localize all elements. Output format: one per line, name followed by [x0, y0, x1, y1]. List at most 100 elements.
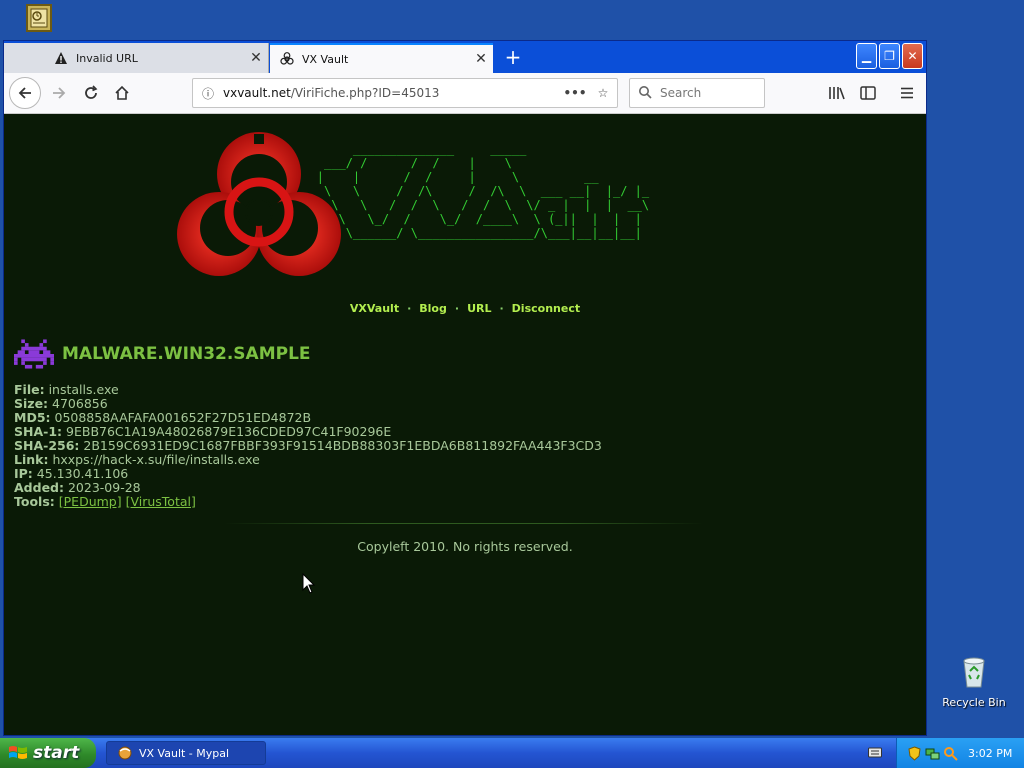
reload-icon — [85, 85, 98, 99]
page-actions-icon[interactable]: ••• — [561, 86, 589, 100]
nav-separator: · — [454, 302, 460, 315]
mypal-browser-icon — [118, 746, 132, 760]
virustotal-link[interactable]: [VirusTotal] — [126, 494, 196, 509]
biohazard-icon — [280, 52, 294, 66]
page-footer: Copyleft 2010. No rights reserved. — [357, 539, 573, 554]
tab-label: VX Vault — [302, 52, 349, 66]
detail-value: 9EBB76C1A19A48026879E136CDED97C41F90296E — [66, 424, 392, 439]
recycle-bin-icon — [963, 657, 985, 688]
detail-row-sha1: SHA-1: 9EBB76C1A19A48026879E136CDED97C41… — [14, 425, 602, 439]
bookmark-star-icon[interactable]: ☆ — [589, 86, 617, 100]
nav-link-disconnect[interactable]: Disconnect — [512, 302, 580, 315]
url-text[interactable]: vxvault.net/ViriFiche.php?ID=45013 — [223, 86, 561, 100]
nav-link-blog[interactable]: Blog — [419, 302, 447, 315]
tab-bar: Invalid URL ✕ VX Vault ✕ + ▁ ❐ ✕ — [4, 41, 926, 73]
detail-row-file: File: installs.exe — [14, 383, 602, 397]
search-icon — [630, 85, 660, 102]
reload-button[interactable] — [76, 78, 106, 108]
address-bar[interactable]: ⓘ vxvault.net/ViriFiche.php?ID=45013 •••… — [192, 78, 618, 108]
nav-link-vxvault[interactable]: VXVault — [350, 302, 399, 315]
mouse-cursor-icon — [302, 573, 316, 594]
tab-label: Invalid URL — [76, 51, 138, 65]
url-domain: vxvault.net — [223, 86, 291, 100]
navigation-toolbar: ⓘ vxvault.net/ViriFiche.php?ID=45013 •••… — [4, 73, 926, 114]
detail-value: 2023-09-28 — [67, 480, 141, 495]
browser-window: Invalid URL ✕ VX Vault ✕ + ▁ ❐ ✕ ⓘ vxvau… — [3, 40, 927, 736]
close-tab-icon[interactable]: ✕ — [244, 50, 268, 66]
detail-label: Size: — [14, 396, 49, 411]
close-window-button[interactable]: ✕ — [902, 43, 923, 69]
detail-label: File: — [14, 382, 45, 397]
library-icon — [829, 87, 845, 100]
start-label: start — [33, 743, 80, 763]
vx-vault-banner: ______________ _____ ___/ / / / | \ | | … — [164, 124, 754, 294]
detail-row-added: Added: 2023-09-28 — [14, 481, 602, 495]
desktop-shortcut-icon[interactable] — [26, 4, 52, 32]
web-page: ______________ _____ ___/ / / / | \ | | … — [4, 114, 926, 735]
home-icon — [115, 85, 129, 100]
taskbar-item-browser[interactable]: VX Vault - Mypal — [106, 741, 266, 765]
clock: 3:02 PM — [968, 746, 1013, 760]
detail-value: 4706856 — [52, 396, 108, 411]
hamburger-menu-icon — [901, 87, 913, 99]
nav-link-url[interactable]: URL — [467, 302, 491, 315]
security-shield-icon[interactable] — [907, 745, 922, 761]
taskbar-item-label: VX Vault - Mypal — [139, 746, 230, 760]
vx-vault-ascii-logo: ______________ _____ ___/ / / / | \ | | … — [316, 142, 650, 240]
detail-value: hxxps://hack-x.su/file/installs.exe — [52, 452, 260, 467]
tab-vx-vault[interactable]: VX Vault ✕ — [270, 43, 493, 73]
sample-title-row: MALWARE.WIN32.SAMPLE — [14, 339, 311, 369]
detail-label: Tools: — [14, 494, 55, 509]
sidebar-icon — [860, 86, 876, 100]
pedump-link[interactable]: [PEDump] — [59, 494, 122, 509]
keyboard-icon[interactable] — [868, 746, 882, 758]
recycle-bin-label: Recycle Bin — [942, 696, 1006, 709]
detail-row-ip: IP: 45.130.41.106 — [14, 467, 602, 481]
start-button[interactable]: start — [0, 738, 96, 768]
detail-row-tools: Tools: [PEDump] [VirusTotal] — [14, 495, 602, 509]
site-info-icon[interactable]: ⓘ — [193, 85, 223, 102]
library-button[interactable] — [822, 78, 852, 108]
sample-title: MALWARE.WIN32.SAMPLE — [62, 344, 311, 364]
detail-value: 2B159C6931ED9C1687FBBF393F91514BDB88303F… — [83, 438, 602, 453]
forward-button[interactable] — [44, 78, 74, 108]
detail-label: MD5: — [14, 410, 51, 425]
menu-button[interactable] — [892, 78, 922, 108]
minimize-button[interactable]: ▁ — [856, 43, 877, 69]
detail-label: Added: — [14, 480, 64, 495]
warning-icon — [54, 51, 68, 65]
back-arrow-icon — [18, 87, 31, 99]
recycle-bin[interactable]: Recycle Bin — [940, 655, 1008, 709]
search-placeholder: Search — [660, 86, 702, 100]
divider — [224, 523, 704, 524]
home-button[interactable] — [107, 78, 137, 108]
detail-value: 45.130.41.106 — [36, 466, 129, 481]
maximize-button[interactable]: ❐ — [879, 43, 900, 69]
space-invader-icon — [14, 339, 54, 369]
search-tray-icon[interactable] — [943, 746, 958, 761]
nav-separator: · — [407, 302, 412, 315]
detail-row-sha256: SHA-256: 2B159C6931ED9C1687FBBF393F91514… — [14, 439, 602, 453]
detail-label: IP: — [14, 466, 33, 481]
network-icon[interactable] — [925, 746, 940, 761]
url-path: /ViriFiche.php?ID=45013 — [290, 86, 440, 100]
site-navigation: VXVault · Blog · URL · Disconnect — [4, 302, 926, 315]
close-tab-icon[interactable]: ✕ — [469, 51, 493, 67]
sidebar-button[interactable] — [853, 78, 883, 108]
detail-value: 0508858AAFAFA001652F27D51ED4872B — [54, 410, 312, 425]
tab-invalid-url[interactable]: Invalid URL ✕ — [4, 43, 269, 73]
system-tray: 3:02 PM — [896, 738, 1024, 768]
new-tab-button[interactable]: + — [500, 45, 526, 71]
detail-label: SHA-1: — [14, 424, 63, 439]
detail-label: SHA-256: — [14, 438, 80, 453]
forward-arrow-icon — [53, 87, 66, 99]
search-box[interactable]: Search — [629, 78, 765, 108]
windows-flag-icon — [9, 746, 27, 759]
detail-label: Link: — [14, 452, 49, 467]
back-button[interactable] — [9, 77, 41, 109]
detail-row-md5: MD5: 0508858AAFAFA001652F27D51ED4872B — [14, 411, 602, 425]
nav-separator: · — [499, 302, 504, 315]
taskbar: start VX Vault - Mypal 3:02 PM — [0, 738, 1024, 768]
detail-row-link: Link: hxxps://hack-x.su/file/installs.ex… — [14, 453, 602, 467]
detail-value: installs.exe — [48, 382, 119, 397]
